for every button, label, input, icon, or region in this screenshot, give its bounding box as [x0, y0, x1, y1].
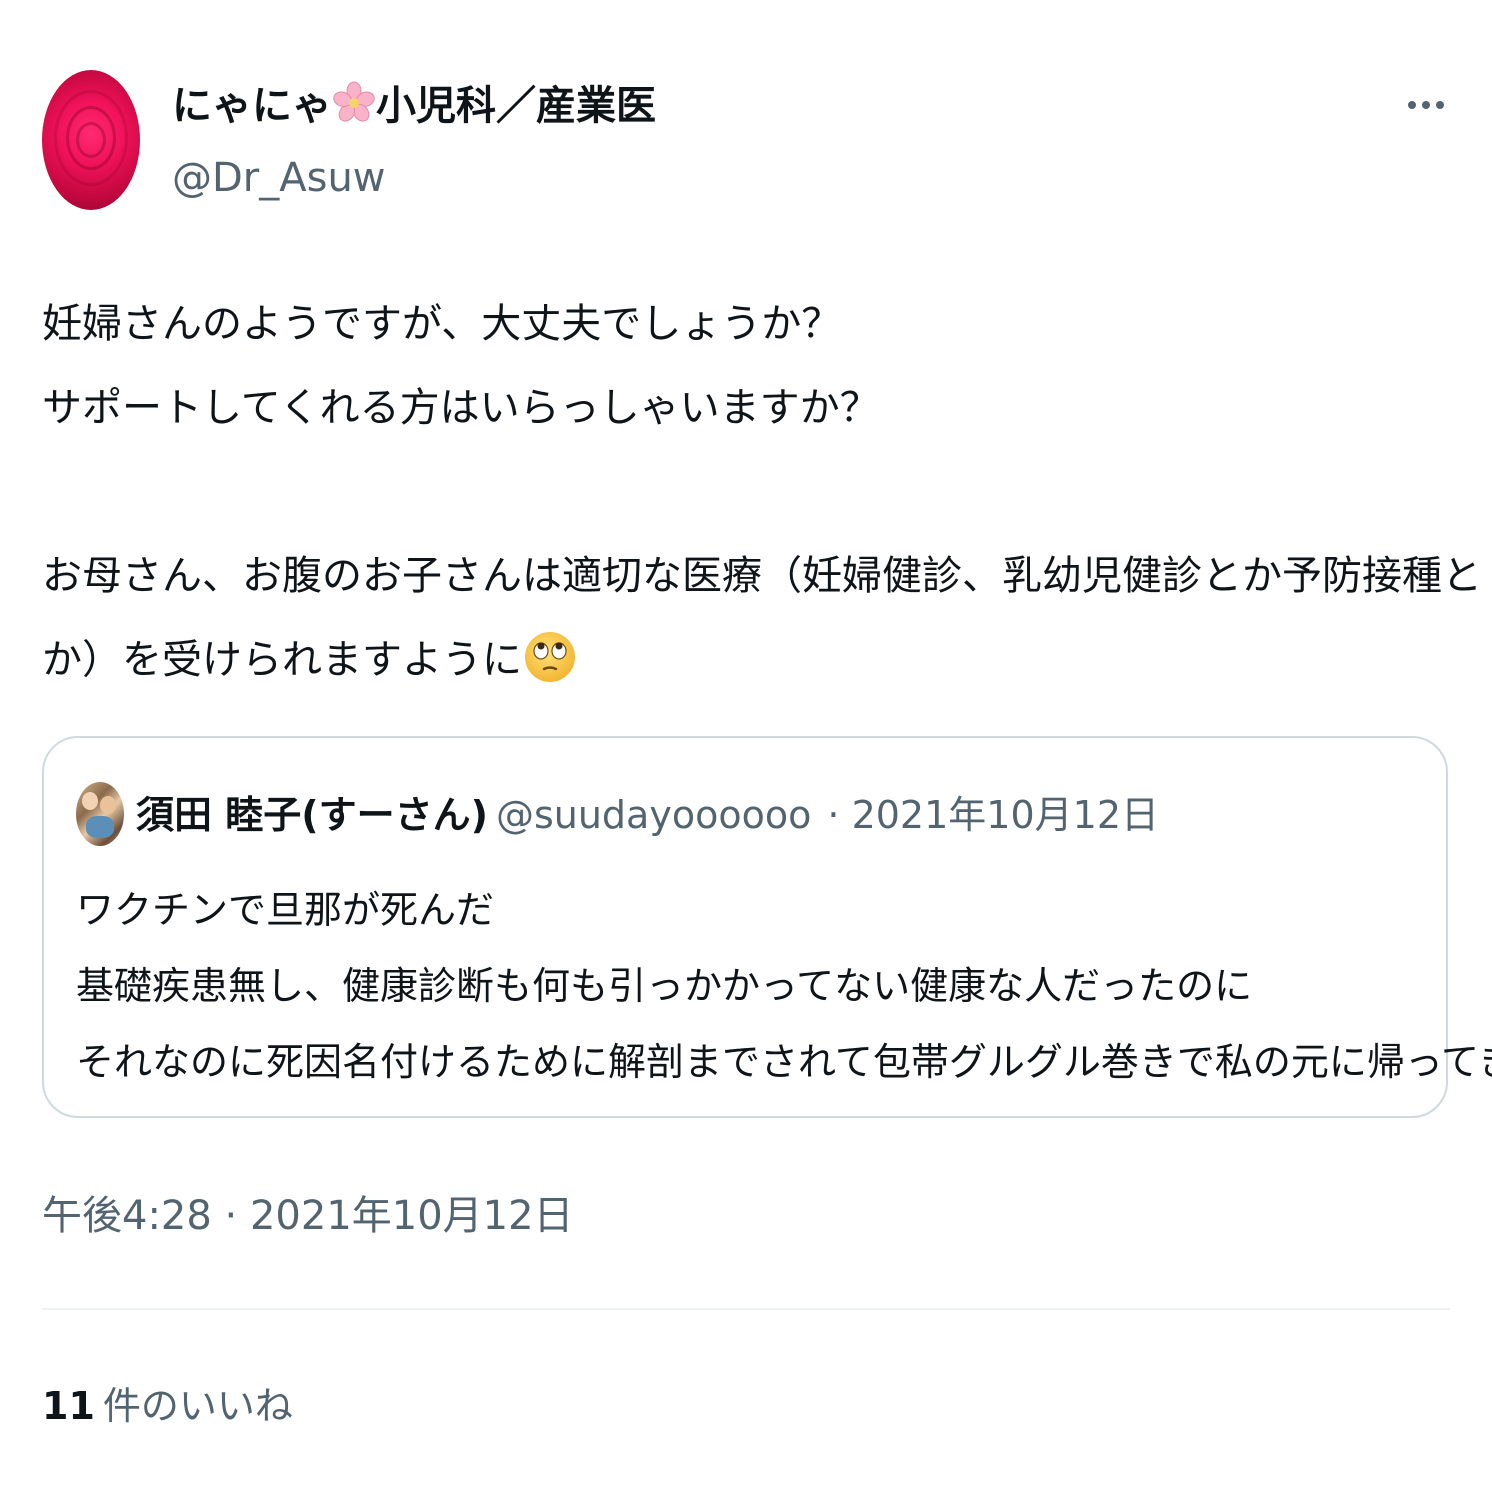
divider: [42, 1308, 1450, 1310]
tweet-text-line: 妊婦さんのようですが、大丈夫でしょうか？: [42, 301, 842, 347]
tweet-text-line: お母さん、お腹のお子さんは適切な医療（妊婦健診、乳幼児健診とか予防接種と: [42, 553, 1482, 599]
tweet-text-line-content: か）を受けられますように: [42, 637, 522, 683]
quoted-tweet-date: · 2021年10月12日: [827, 793, 1159, 837]
more-horizontal-icon: [1408, 101, 1416, 109]
author-avatar[interactable]: [42, 70, 140, 210]
tweet-text-line: サポートしてくれる方はいらっしゃいますか？: [42, 385, 880, 431]
quoted-author-handle: @suudayoooooo: [495, 793, 812, 837]
quoted-author-avatar: [76, 782, 124, 846]
author-display-name[interactable]: にゃにゃ 小児科／産業医: [172, 80, 656, 132]
quoted-tweet-text: ワクチンで旦那が死んだ 基礎疾患無し、健康診断も何も引っかかってない健康な人だっ…: [76, 872, 1492, 1100]
author-handle[interactable]: @Dr_Asuw: [172, 152, 386, 204]
more-options-button[interactable]: [1404, 88, 1448, 122]
likes-count: 11: [42, 1384, 95, 1428]
face-with-rolling-eyes-icon: [525, 632, 575, 682]
quoted-tweet-header: 須田 睦子(すーさん) @suudayoooooo · 2021年10月12日: [136, 790, 1159, 840]
tweet-text-line: か）を受けられますように: [42, 618, 1452, 702]
tweet-timestamp[interactable]: 午後4:28 · 2021年10月12日: [42, 1190, 574, 1242]
display-name-prefix: にゃにゃ: [172, 83, 332, 129]
quoted-author-name: 須田 睦子(すーさん): [136, 793, 488, 837]
display-name-suffix: 小児科／産業医: [376, 83, 656, 129]
quoted-text-line: 基礎疾患無し、健康診断も何も引っかかってない健康な人だったのに: [76, 964, 1253, 1008]
quoted-tweet-card[interactable]: 須田 睦子(すーさん) @suudayoooooo · 2021年10月12日 ワ…: [42, 736, 1492, 1118]
quoted-text-line: それなのに死因名付けるために解剖までされて包帯グルグル巻きで私の元に帰ってきた: [76, 1040, 1492, 1084]
tweet-text: 妊婦さんのようですが、大丈夫でしょうか？ サポートしてくれる方はいらっしゃいます…: [42, 282, 1482, 702]
tweet-text-blank-line: [42, 450, 1452, 534]
likes-link[interactable]: 11 件のいいね: [42, 1380, 293, 1432]
cherry-blossom-icon: [333, 81, 375, 122]
quoted-text-line: ワクチンで旦那が死んだ: [76, 888, 495, 932]
likes-label: 件のいいね: [102, 1384, 293, 1428]
